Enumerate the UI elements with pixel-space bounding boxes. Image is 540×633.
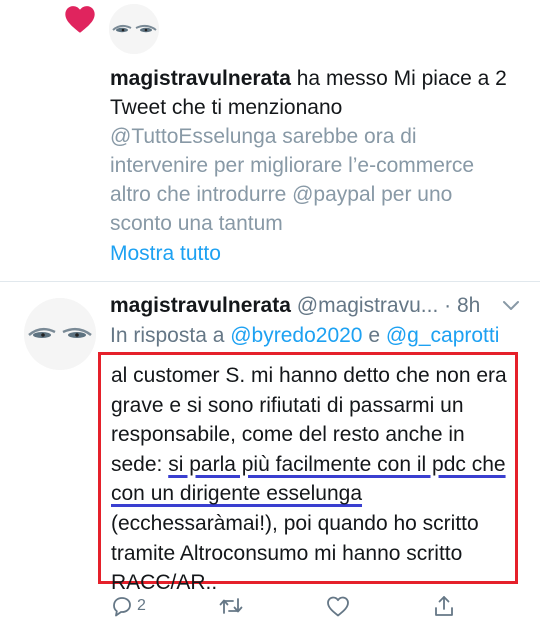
- tweet-actions: 2: [110, 592, 470, 620]
- avatar-eyes-image: [24, 298, 96, 370]
- notification-text: magistravulnerata ha messo Mi piace a 2 …: [110, 64, 520, 122]
- tweet-author-name[interactable]: magistravulnerata: [110, 294, 291, 317]
- tweet-text-underlined: si parla più facilmente con il pdc che c…: [111, 452, 506, 506]
- reply-mention-caprotti[interactable]: @g_caprotti: [386, 324, 500, 347]
- heart-icon: [65, 6, 95, 33]
- reply-joiner: e: [362, 324, 386, 347]
- like-notification[interactable]: magistravulnerata ha messo Mi piace a 2 …: [0, 0, 540, 281]
- user-avatar[interactable]: [109, 4, 159, 54]
- like-icon: [327, 596, 349, 617]
- share-button[interactable]: [432, 592, 456, 620]
- notification-username[interactable]: magistravulnerata: [110, 67, 291, 90]
- tweet-body-highlighted: al customer S. mi hanno detto che non er…: [98, 352, 518, 594]
- quoted-tweet-text: @TuttoEsselunga sarebbe ora di interveni…: [110, 125, 475, 235]
- reply-button[interactable]: 2: [110, 592, 146, 620]
- tweet-timestamp[interactable]: 8h: [457, 294, 480, 317]
- reply-icon: [113, 597, 131, 617]
- divider: [0, 281, 540, 282]
- retweet-button[interactable]: [218, 592, 244, 620]
- show-all-link[interactable]: Mostra tutto: [110, 241, 221, 267]
- separator: ·: [438, 294, 457, 317]
- tweet-text-part-2: (ecchessaràmai!), poi quando ho scritto …: [111, 511, 479, 595]
- tweet-avatar[interactable]: [24, 298, 96, 370]
- tweet-author-handle[interactable]: @magistravu...: [297, 294, 439, 317]
- tweet-header: magistravulnerata @magistravu... · 8h: [110, 292, 530, 320]
- reply-prefix: In risposta a: [110, 324, 231, 347]
- avatar-eyes-image: [109, 4, 159, 54]
- reply-mention-byredo[interactable]: @byredo2020: [230, 324, 362, 347]
- share-icon: [435, 596, 453, 616]
- reply-count: 2: [137, 597, 146, 614]
- retweet-icon: [219, 598, 243, 614]
- like-button[interactable]: [326, 592, 350, 620]
- chevron-down-icon[interactable]: [502, 299, 520, 313]
- reply-context: In risposta a @byredo2020 e @g_caprotti: [110, 322, 530, 350]
